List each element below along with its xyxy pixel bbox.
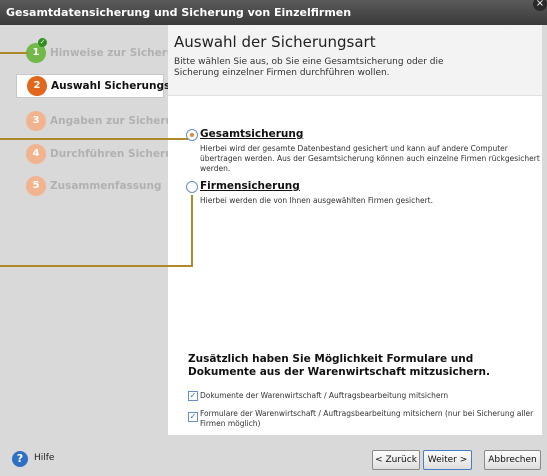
guide-line — [0, 265, 193, 267]
radio-button[interactable] — [186, 181, 198, 193]
checkbox-checked-icon[interactable]: ✓ — [188, 391, 198, 401]
next-button[interactable]: Weiter > — [423, 450, 472, 470]
wizard-window: Gesamtdatensicherung und Sicherung von E… — [0, 0, 547, 476]
checkbox-label: Dokumente der Warenwirtschaft / Auftrags… — [200, 391, 449, 400]
page-title: Auswahl der Sicherungsart — [174, 33, 376, 51]
window-title: Gesamtdatensicherung und Sicherung von E… — [6, 6, 352, 19]
help-link[interactable]: Hilfe — [34, 453, 54, 463]
checkbox-checked-icon[interactable]: ✓ — [188, 412, 198, 422]
title-bar: Gesamtdatensicherung und Sicherung von E… — [0, 0, 547, 25]
step-item-5[interactable]: 5 Zusammenfassung — [16, 174, 166, 198]
step-item-1[interactable]: 1 ✓ Hinweise zur Sicherung — [16, 38, 189, 65]
option-description: Hierbei wird der gesamte Datenbestand ge… — [200, 144, 540, 173]
step-label: Durchführen Sicherung — [50, 148, 188, 160]
back-button[interactable]: < Zurück — [372, 450, 420, 470]
step-item-2[interactable]: 2 Auswahl Sicherungsart — [16, 74, 188, 98]
checkmark-icon: ✓ — [38, 38, 47, 47]
step-number-badge: 2 — [27, 76, 47, 96]
additional-backup-heading: Zusätzlich haben Sie Möglichkeit Formula… — [188, 353, 490, 378]
option-title[interactable]: Gesamtsicherung — [200, 128, 303, 140]
wizard-footer: ? Hilfe < Zurück Weiter > Abbrechen — [0, 435, 547, 476]
page-header: Auswahl der Sicherungsart Bitte wählen S… — [168, 25, 542, 96]
step-number-badge: 5 — [26, 176, 46, 196]
step-item-4[interactable]: 4 Durchführen Sicherung — [16, 142, 188, 166]
step-number-badge: 3 — [26, 111, 46, 131]
option-title[interactable]: Firmensicherung — [200, 180, 300, 192]
guide-line — [191, 195, 193, 267]
guide-line — [0, 138, 188, 140]
checkbox-label: Formulare der Warenwirtschaft / Auftrags… — [200, 409, 534, 428]
step-item-3[interactable]: 3 Angaben zur Sicherung — [16, 109, 188, 133]
cancel-button[interactable]: Abbrechen — [484, 450, 541, 470]
page-description: Bitte wählen Sie aus, ob Sie eine Gesamt… — [174, 57, 444, 78]
guide-line — [0, 52, 28, 54]
option-description: Hierbei werden die von Ihnen ausgewählte… — [200, 196, 433, 205]
main-content: Auswahl der Sicherungsart Bitte wählen S… — [168, 25, 542, 435]
step-label: Zusammenfassung — [50, 180, 162, 192]
help-icon[interactable]: ? — [12, 451, 28, 467]
wizard-steps-sidebar: 1 ✓ Hinweise zur Sicherung 2 Auswahl Sic… — [0, 25, 189, 435]
step-number-badge: 4 — [26, 144, 46, 164]
